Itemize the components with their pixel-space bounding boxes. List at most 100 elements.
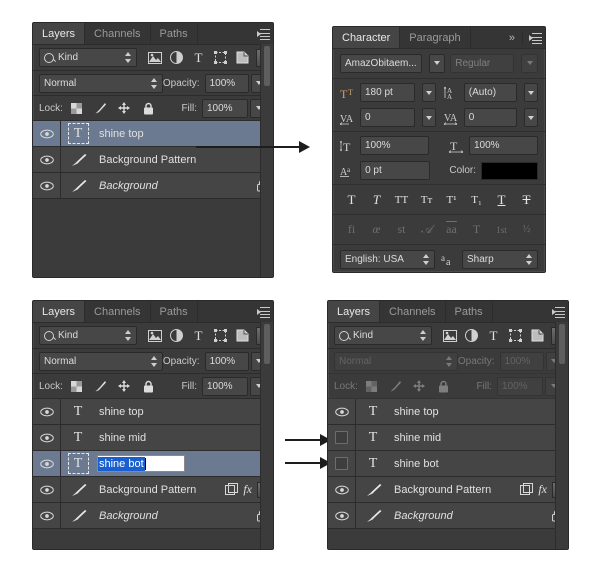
lock-transparent-pixels-icon[interactable] (69, 101, 84, 116)
baseline-shift-input[interactable]: 0 pt (360, 161, 431, 180)
filter-adjustment-icon[interactable] (169, 328, 184, 343)
table-row[interactable]: Background (33, 503, 273, 529)
table-row[interactable]: Background Pattern fx (33, 477, 273, 503)
layer-mask-link-icon[interactable] (520, 483, 534, 496)
blend-mode-row[interactable]: Normal Opacity: 100% (328, 349, 568, 374)
lock-row[interactable]: Lock: Fill: 100% (33, 374, 273, 399)
baseline-color-row[interactable]: Aa 0 pt Color: (333, 158, 545, 183)
filter-kind-select[interactable]: Kind (39, 326, 137, 345)
language-antialias-row[interactable]: English: USA aa Sharp (333, 246, 545, 272)
panel-menu-icon[interactable] (253, 23, 273, 44)
layer-visibility-toggle[interactable] (328, 503, 356, 528)
filter-kind-select[interactable]: Kind (39, 48, 137, 67)
style-button-allcaps[interactable]: TT (392, 194, 412, 206)
table-row[interactable]: T shine mid (328, 425, 568, 451)
layers-panel-bottom-right[interactable]: Layers Channels Paths Kind T Normal Opac… (327, 300, 569, 550)
layer-visibility-toggle[interactable] (33, 121, 61, 146)
layer-name[interactable]: shine mid (95, 432, 273, 444)
lock-all-icon[interactable] (141, 379, 156, 394)
layer-visibility-toggle[interactable] (328, 425, 356, 450)
layer-mask-link-icon[interactable] (225, 483, 239, 496)
filter-smartobject-icon[interactable] (235, 328, 250, 343)
filter-type-icon[interactable]: T (191, 328, 206, 343)
opentype-button-ordinals[interactable]: 1st (492, 225, 512, 235)
layer-thumbnail[interactable] (356, 482, 390, 498)
layer-name[interactable]: Background (95, 510, 256, 522)
size-leading-row[interactable]: TT 180 pt AA (Auto) (333, 80, 545, 105)
stepper-icon[interactable] (526, 253, 533, 265)
layer-effects-fx-icon[interactable]: fx (243, 482, 252, 497)
tab-character[interactable]: Character (333, 27, 401, 48)
scale-row[interactable]: T 100% T 100% (333, 133, 545, 158)
layer-name[interactable]: Background Pattern (95, 154, 273, 166)
layer-thumbnail[interactable] (61, 508, 95, 524)
kerning-dropdown-button[interactable] (421, 108, 436, 127)
lock-transparent-pixels-icon[interactable] (69, 379, 84, 394)
stepper-icon[interactable] (423, 253, 430, 265)
layer-visibility-toggle[interactable] (33, 147, 61, 172)
layer-thumbnail[interactable]: T (61, 402, 95, 421)
tab-paths[interactable]: Paths (445, 301, 493, 322)
layer-name[interactable]: shine top (390, 406, 568, 418)
tracking-dropdown-button[interactable] (524, 108, 538, 127)
stepper-icon[interactable] (150, 77, 158, 89)
style-button-superscript[interactable]: T¹ (442, 194, 462, 206)
font-style-select[interactable]: Regular (450, 53, 515, 73)
collapse-chevron-icon[interactable]: » (503, 27, 520, 48)
style-button-smallcaps[interactable]: Tт (417, 194, 437, 206)
vertical-scrollbar[interactable] (260, 322, 273, 549)
font-style-buttons-row[interactable]: T T TT Tт T¹ T₁ T T (333, 186, 545, 213)
lock-image-pixels-icon[interactable] (93, 379, 108, 394)
lock-position-icon[interactable] (412, 379, 427, 394)
tab-paths[interactable]: Paths (150, 23, 198, 44)
layer-name[interactable]: shine top (95, 128, 273, 140)
stepper-icon[interactable] (125, 52, 132, 63)
filter-shape-icon[interactable] (508, 328, 523, 343)
opentype-button-oldstyle[interactable]: aa (442, 222, 462, 237)
tracking-input[interactable]: 0 (463, 108, 517, 127)
panel-menu-icon[interactable] (548, 301, 568, 322)
vertical-scale-input[interactable]: 100% (360, 136, 429, 155)
layer-visibility-toggle[interactable] (33, 173, 61, 198)
layer-name[interactable]: Background (95, 180, 256, 192)
stepper-icon[interactable] (445, 355, 453, 367)
layer-thumbnail[interactable]: T (356, 402, 390, 421)
layer-visibility-toggle[interactable] (33, 425, 61, 450)
lock-position-icon[interactable] (117, 101, 132, 116)
leading-dropdown-button[interactable] (524, 83, 538, 102)
layer-visibility-toggle[interactable] (328, 399, 356, 424)
lock-all-icon[interactable] (436, 379, 451, 394)
filter-pixel-icon[interactable] (147, 328, 162, 343)
antialias-select[interactable]: Sharp (462, 249, 538, 269)
layer-thumbnail[interactable]: T (61, 453, 95, 474)
layer-visibility-toggle[interactable] (33, 399, 61, 424)
layer-filter-row[interactable]: Kind T (328, 323, 568, 349)
table-row[interactable]: Background (33, 173, 273, 199)
blend-mode-select[interactable]: Normal (334, 351, 458, 371)
layer-thumbnail[interactable] (61, 482, 95, 498)
layer-name[interactable]: Background Pattern (95, 484, 225, 496)
font-family-select[interactable]: AmazObitaem... (340, 53, 422, 73)
font-row[interactable]: AmazObitaem... Regular (333, 49, 545, 77)
opentype-button-swash[interactable]: 𝒜 (417, 222, 437, 237)
language-select[interactable]: English: USA (340, 249, 435, 269)
lock-position-icon[interactable] (117, 379, 132, 394)
panel-tabbar[interactable]: Layers Channels Paths (33, 23, 273, 45)
filter-pixel-icon[interactable] (442, 328, 457, 343)
style-button-subscript[interactable]: T₁ (467, 194, 487, 206)
panel-menu-icon[interactable] (253, 301, 273, 322)
lock-image-pixels-icon[interactable] (388, 379, 403, 394)
font-size-dropdown-button[interactable] (421, 83, 436, 102)
style-button-strikethrough[interactable]: T (517, 192, 537, 208)
layer-visibility-toggle[interactable] (33, 503, 61, 528)
table-row[interactable]: T shine bot (33, 451, 273, 477)
panel-tabbar[interactable]: Layers Channels Paths (33, 301, 273, 323)
filter-adjustment-icon[interactable] (169, 50, 184, 65)
stepper-icon[interactable] (150, 355, 158, 367)
filter-type-icon[interactable]: T (191, 50, 206, 65)
panel-tabbar[interactable]: Layers Channels Paths (328, 301, 568, 323)
layer-name[interactable]: shine bot (390, 458, 568, 470)
tab-layers[interactable]: Layers (33, 301, 86, 322)
filter-type-icon[interactable]: T (486, 328, 501, 343)
filter-shape-icon[interactable] (213, 328, 228, 343)
